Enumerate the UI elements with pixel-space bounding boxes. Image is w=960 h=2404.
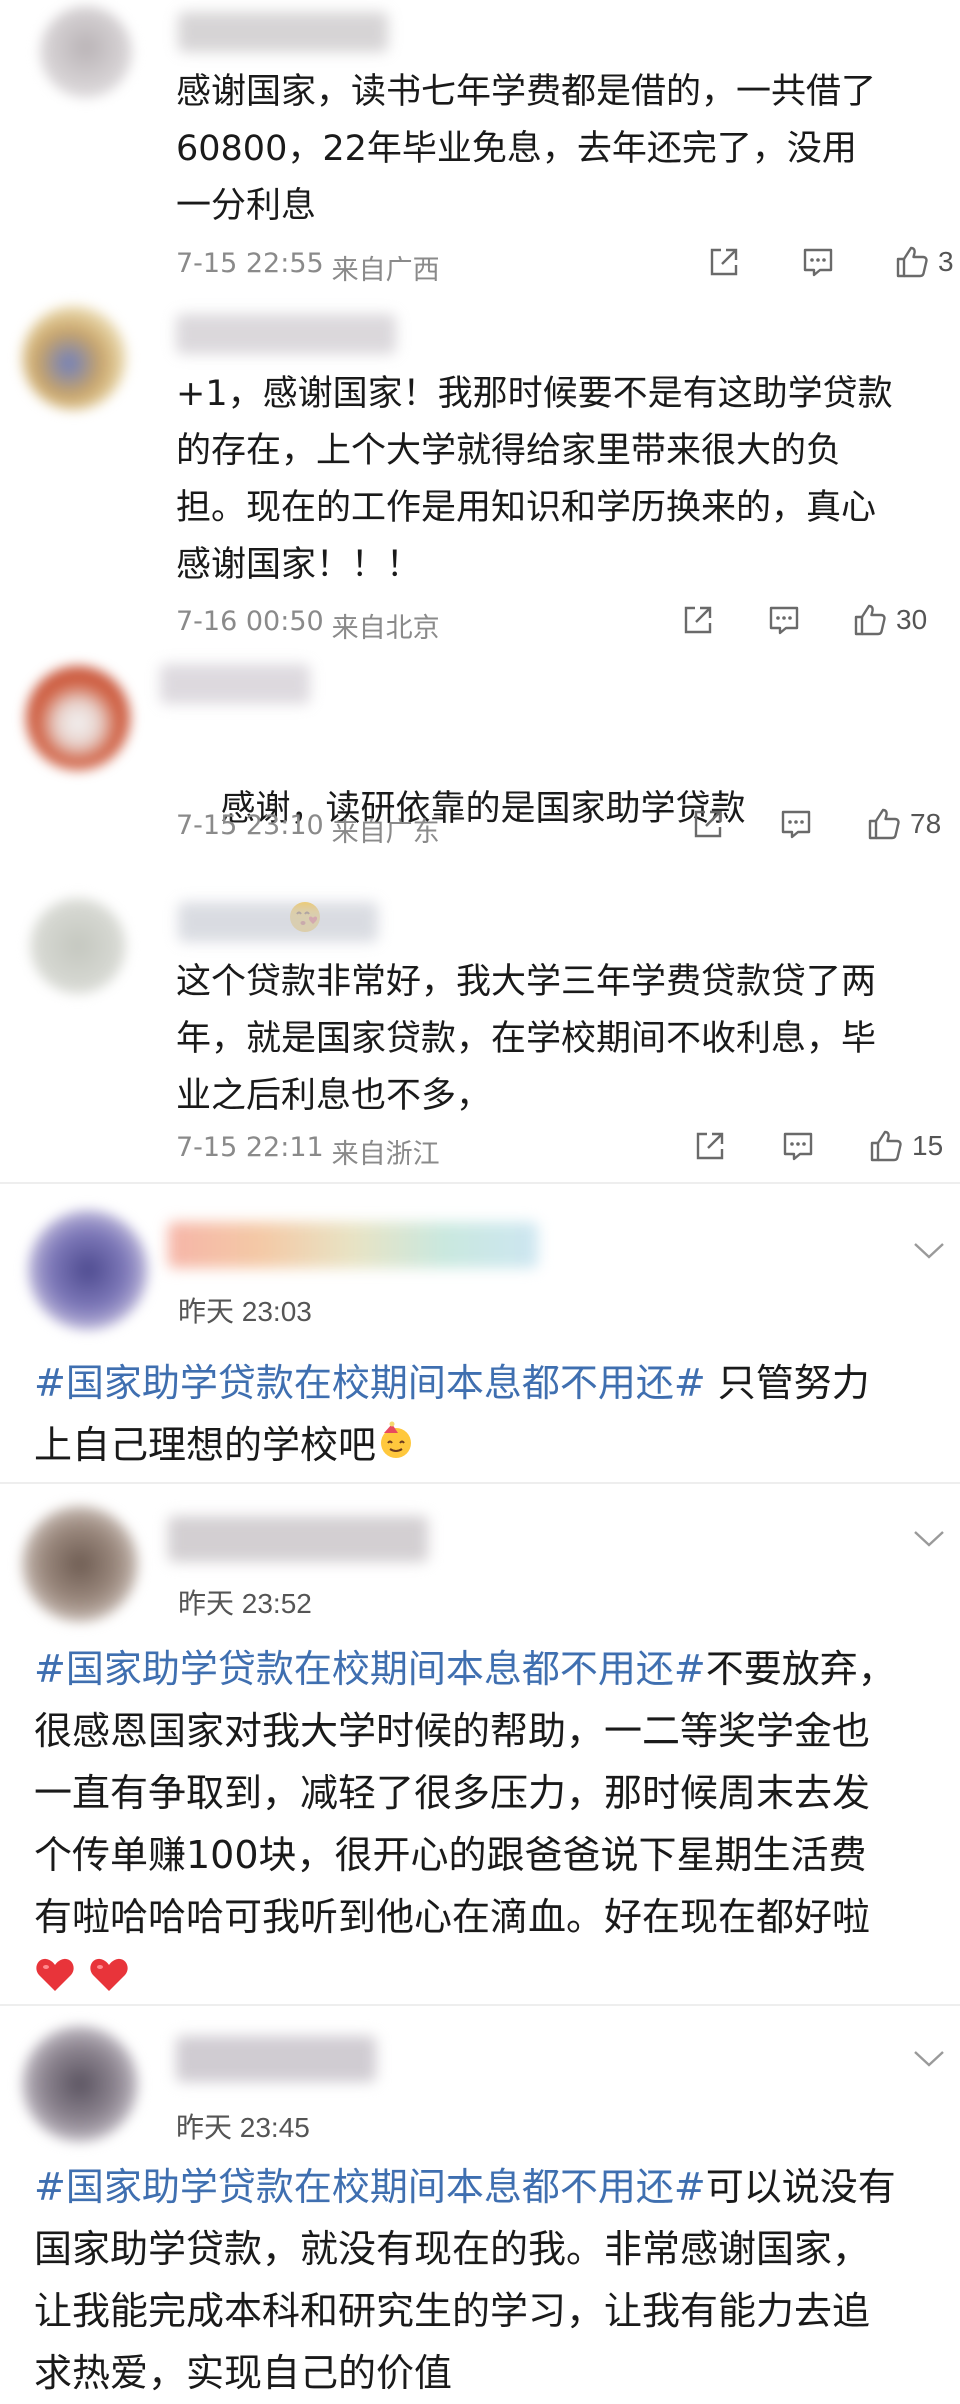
username-blurred[interactable] (168, 1516, 428, 1562)
post-time: 昨天 23:03 (178, 1296, 312, 1327)
username-blurred[interactable] (160, 664, 310, 704)
comment-icon[interactable] (800, 244, 836, 280)
comment-item: 这个贷款非常好，我大学三年学费贷款贷了两 年，就是国家贷款，在学校期间不收利息，… (0, 880, 960, 1180)
like-button[interactable]: 30 (852, 602, 927, 638)
thumbs-up-icon (866, 806, 902, 842)
like-count: 30 (896, 604, 928, 635)
post-text-line: 只管努力 (705, 1361, 870, 1405)
thumbs-up-icon (894, 244, 930, 280)
comment-text: 这个贷款非常好，我大学三年学费贷款贷了两 年，就是国家贷款，在学校期间不收利息，… (176, 962, 877, 1116)
comment-location: 来自浙江 (331, 1139, 440, 1170)
post-text-line: 很感恩国家对我大学时候的帮助，一二等奖学金也 一直有争取到，减轻了很多压力，那时… (34, 1709, 871, 1939)
hashtag-link[interactable]: #国家助学贷款在校期间本息都不用还# (34, 1647, 706, 1691)
post-time: 昨天 23:45 (176, 2112, 310, 2143)
share-icon[interactable] (690, 806, 726, 842)
avatar[interactable] (26, 666, 130, 770)
post-time: 昨天 23:52 (178, 1588, 312, 1619)
post-item: 昨天 23:03 #国家助学贷款在校期间本息都不用还# 只管努力 上自己理想的学… (0, 1184, 960, 1484)
comment-icon[interactable] (766, 602, 802, 638)
like-count: 78 (910, 808, 942, 839)
comment-date: 7-15 22:55 (176, 248, 324, 279)
like-button[interactable]: 3 (894, 244, 954, 280)
avatar[interactable] (22, 2026, 138, 2142)
like-count: 15 (912, 1130, 944, 1161)
post-item: 昨天 23:45 #国家助学贷款在校期间本息都不用还#可以说没有 国家助学贷款，… (0, 2006, 960, 2404)
comment-date: 7-15 22:11 (176, 1132, 324, 1163)
share-icon[interactable] (680, 602, 716, 638)
avatar[interactable] (40, 6, 132, 98)
post-text: #国家助学贷款在校期间本息都不用还# 只管努力 上自己理想的学校吧 (34, 1352, 934, 1479)
comment-actions: 30 (680, 602, 927, 638)
comment-text: +1，感谢国家！我那时候要不是有这助学贷款 的存在，上个大学就得给家里带来很大的… (176, 374, 893, 585)
like-count: 3 (938, 246, 954, 277)
username-blurred[interactable] (178, 12, 388, 52)
birthday-emoji (376, 1417, 416, 1479)
comment-text: 感谢国家，读书七年学费都是借的，一共借了 60800，22年毕业免息，去年还完了… (176, 72, 877, 226)
username-blurred[interactable] (168, 1222, 538, 1268)
thumbs-up-icon (868, 1128, 904, 1164)
chevron-down-icon[interactable] (912, 2048, 946, 2070)
avatar[interactable] (22, 1506, 138, 1622)
post-text-line: 可以说没有 (705, 2165, 896, 2209)
post-text-line: 不要放弃， (705, 1647, 896, 1691)
like-button[interactable]: 15 (868, 1128, 943, 1164)
comment-location: 来自广东 (331, 817, 440, 848)
comment-icon[interactable] (780, 1128, 816, 1164)
avatar[interactable] (30, 898, 126, 994)
comment-icon[interactable] (778, 806, 814, 842)
share-icon[interactable] (692, 1128, 728, 1164)
chevron-down-icon[interactable] (912, 1528, 946, 1550)
post-text: #国家助学贷款在校期间本息都不用还#可以说没有 国家助学贷款，就没有现在的我。非… (34, 2156, 934, 2404)
like-button[interactable]: 78 (866, 806, 941, 842)
hashtag-link[interactable]: #国家助学贷款在校期间本息都不用还# (34, 1361, 706, 1405)
comment-item: 感谢国家，读书七年学费都是借的，一共借了 60800，22年毕业免息，去年还完了… (0, 0, 960, 300)
post-item: 昨天 23:52 #国家助学贷款在校期间本息都不用还#不要放弃， 很感恩国家对我… (0, 1484, 960, 2004)
post-text: #国家助学贷款在校期间本息都不用还#不要放弃， 很感恩国家对我大学时候的帮助，一… (34, 1638, 934, 2013)
hashtag-link[interactable]: #国家助学贷款在校期间本息都不用还# (34, 2165, 706, 2209)
chevron-down-icon[interactable] (912, 1240, 946, 1262)
comment-actions: 78 (690, 806, 941, 842)
username-blurred[interactable] (176, 314, 396, 354)
comment-meta: 7-15 23:10 来自广东 (176, 810, 440, 849)
comment-location: 来自北京 (331, 613, 440, 644)
comment-item: 感谢，读研依靠的是国家助学贷款 7-15 23:10 来自广东 78 (0, 660, 960, 932)
comment-actions: 3 (706, 244, 954, 280)
comment-date: 7-15 23:10 (176, 810, 324, 841)
comment-meta: 7-15 22:55 来自广西 (176, 248, 440, 287)
share-icon[interactable] (706, 244, 742, 280)
comment-actions: 15 (692, 1128, 943, 1164)
username-blurred[interactable] (176, 2036, 376, 2082)
avatar[interactable] (22, 306, 126, 410)
comment-item: +1，感谢国家！我那时候要不是有这助学贷款 的存在，上个大学就得给家里带来很大的… (0, 300, 960, 660)
comment-date: 7-16 00:50 (176, 606, 324, 637)
comment-meta: 7-15 22:11 来自浙江 (176, 1132, 440, 1171)
comment-meta: 7-16 00:50 来自北京 (176, 606, 440, 645)
comment-location: 来自广西 (331, 255, 440, 286)
post-text-line: 上自己理想的学校吧 (34, 1423, 377, 1467)
avatar[interactable] (28, 1210, 148, 1330)
username-blurred[interactable] (178, 902, 378, 942)
post-text-line: 国家助学贷款，就没有现在的我。非常感谢国家， 让我能完成本科和研究生的学习，让我… (34, 2227, 871, 2395)
thumbs-up-icon (852, 602, 888, 638)
